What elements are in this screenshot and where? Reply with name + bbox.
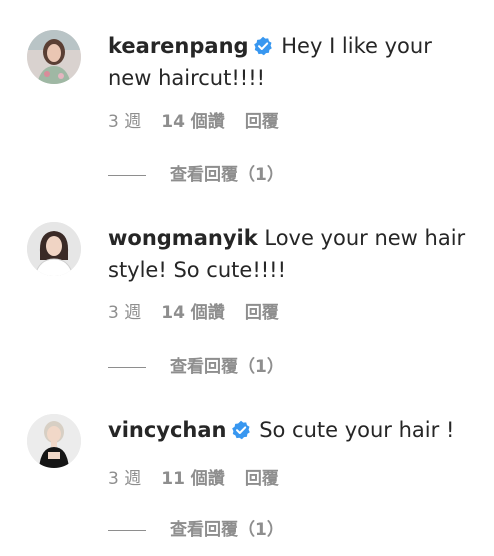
- like-count[interactable]: 14 個讚: [161, 112, 225, 132]
- comment-text-block: wongmanyik Love your new hair style! So …: [108, 222, 478, 286]
- comment-text-block: vincychan So cute your hair !: [108, 414, 478, 446]
- comment-meta: 3 週 14 個讚 回覆: [108, 111, 299, 133]
- comment-meta: 3 週 14 個讚 回覆: [108, 302, 299, 324]
- view-replies-label: 查看回覆（1）: [170, 357, 284, 377]
- comment-time[interactable]: 3 週: [108, 469, 141, 489]
- comment-time[interactable]: 3 週: [108, 112, 141, 132]
- comment-meta: 3 週 11 個讚 回覆: [108, 468, 299, 490]
- avatar[interactable]: [27, 222, 81, 276]
- avatar-image: [27, 30, 81, 84]
- reply-button[interactable]: 回覆: [245, 469, 279, 489]
- avatar[interactable]: [27, 414, 81, 468]
- divider-line: [108, 529, 146, 531]
- verified-badge-icon: [231, 420, 250, 440]
- reply-button[interactable]: 回覆: [245, 112, 279, 132]
- username-link[interactable]: vincychan: [108, 418, 227, 442]
- avatar-image: [27, 222, 81, 276]
- verified-badge-icon: [253, 36, 272, 56]
- reply-button[interactable]: 回覆: [245, 303, 279, 323]
- like-count[interactable]: 14 個讚: [161, 303, 225, 323]
- avatar-image: [27, 414, 81, 468]
- avatar[interactable]: [27, 30, 81, 84]
- view-replies-label: 查看回覆（1）: [170, 520, 284, 540]
- view-replies-button[interactable]: 查看回覆（1）: [108, 519, 284, 541]
- view-replies-label: 查看回覆（1）: [170, 165, 284, 185]
- username-link[interactable]: kearenpang: [108, 34, 249, 58]
- like-count[interactable]: 11 個讚: [161, 469, 225, 489]
- username-link[interactable]: wongmanyik: [108, 226, 258, 250]
- comment-body: So cute your hair !: [259, 418, 455, 442]
- view-replies-button[interactable]: 查看回覆（1）: [108, 164, 284, 186]
- view-replies-button[interactable]: 查看回覆（1）: [108, 356, 284, 378]
- divider-line: [108, 174, 146, 176]
- comment-text-block: kearenpang Hey I like your new haircut!!…: [108, 30, 478, 94]
- divider-line: [108, 366, 146, 368]
- comment-time[interactable]: 3 週: [108, 303, 141, 323]
